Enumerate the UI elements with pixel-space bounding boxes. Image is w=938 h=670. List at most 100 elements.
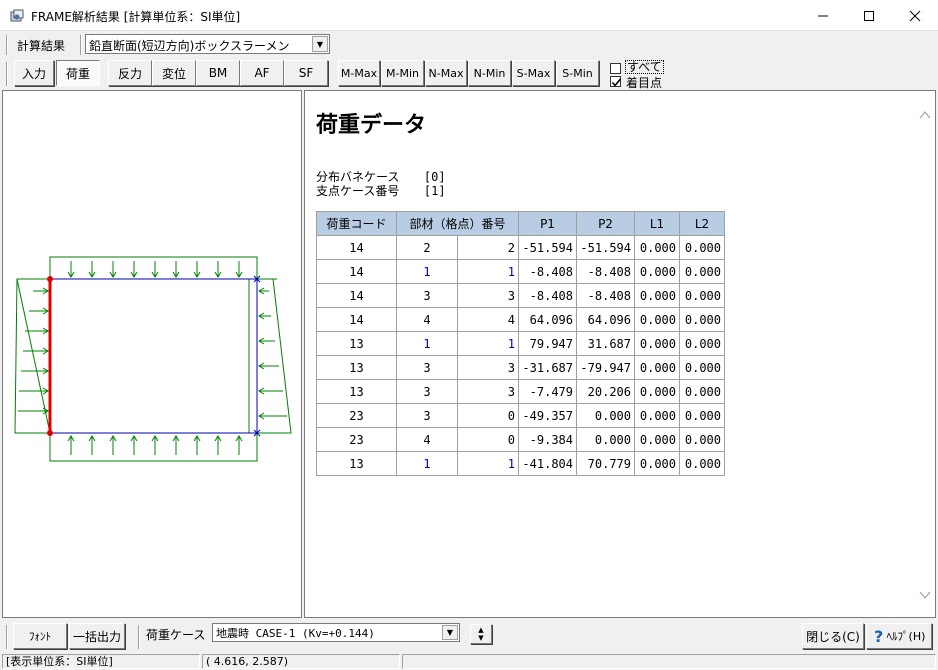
l1-cell: 0.000 [634,331,680,356]
load-code-cell: 23 [316,427,397,452]
node-cell: 1 [457,331,519,356]
node-cell: 0 [457,427,519,452]
status-empty [402,654,936,669]
table-row: 23 3 0 -49.357 0.000 0.000 0.000 [316,403,725,428]
view-displacement-button[interactable]: 変位 [152,60,196,86]
view-s-max-button[interactable]: S-Max [512,60,555,86]
l2-cell: 0.000 [679,283,725,308]
section-select[interactable]: 鉛直断面(短辺方向)ボックスラーメン ▼ [85,34,330,54]
title-bar: FRAME解析結果 [計算単位系：SI単位] [0,0,938,31]
l2-cell: 0.000 [679,451,725,476]
spin-up-icon[interactable]: ▲ [478,626,483,634]
load-case-label: 荷重ケース [146,628,206,642]
close-button[interactable]: 閉じる(C) [802,623,864,649]
view-load-button[interactable]: 荷重 [56,60,100,86]
focus-point-label[interactable]: 着目点 [626,74,662,91]
view-n-min-button[interactable]: N-Min [468,60,511,86]
view-reaction-button[interactable]: 反力 [108,60,152,86]
toolbar-grip[interactable] [6,62,8,86]
member-cell: 3 [396,403,458,428]
member-cell: 4 [396,427,458,452]
member-cell: 1 [396,259,458,284]
chevron-down-icon[interactable]: ▼ [312,36,328,52]
toolbar-grip[interactable] [6,625,8,649]
help-button[interactable]: ? ﾍﾙﾌﾟ(H) [866,623,932,649]
table-row: 14 2 2 -51.594 -51.594 0.000 0.000 [316,235,725,260]
table-row: 14 4 4 64.096 64.096 0.000 0.000 [316,307,725,332]
status-unit: [表示単位系：SI単位] [2,654,200,669]
l1-cell: 0.000 [634,451,680,476]
report-pane[interactable]: 荷重データ 分布バネケース [0] 支点ケース番号 [1] 荷重コード 部材（格… [304,90,936,618]
result-toolbar: 計算結果 鉛直断面(短辺方向)ボックスラーメン ▼ [0,31,938,57]
top-distributed-load [49,256,277,280]
l1-cell: 0.000 [634,427,680,452]
frame-diagram-pane[interactable] [2,90,302,618]
p2-cell: 0.000 [576,427,635,452]
focus-point-checkbox[interactable] [610,76,622,87]
col-load-code: 荷重コード [316,211,397,236]
load-case-spinner[interactable]: ▲ ▼ [470,624,492,644]
frame-diagram [14,256,292,462]
load-code-cell: 13 [316,379,397,404]
member-cell: 3 [396,355,458,380]
l1-cell: 0.000 [634,283,680,308]
load-code-cell: 14 [316,307,397,332]
l2-cell: 0.000 [679,307,725,332]
l1-cell: 0.000 [634,355,680,380]
view-bm-button[interactable]: BM [196,60,240,86]
right-wall-load [248,278,292,434]
view-af-button[interactable]: AF [240,60,284,86]
l1-cell: 0.000 [634,403,680,428]
scroll-down-icon[interactable] [919,589,931,601]
table-row: 23 4 0 -9.384 0.000 0.000 0.000 [316,427,725,452]
font-button[interactable]: ﾌｫﾝﾄ [13,623,67,649]
window-title: FRAME解析結果 [計算単位系：SI単位] [31,10,241,24]
load-code-cell: 13 [316,451,397,476]
col-l1: L1 [634,211,680,236]
maximize-button[interactable] [846,0,892,31]
l2-cell: 0.000 [679,403,725,428]
p2-cell: -79.947 [576,355,635,380]
scroll-up-icon[interactable] [919,109,931,121]
p2-cell: 64.096 [576,307,635,332]
calc-result-label: 計算結果 [17,39,66,53]
node-cell: 4 [457,307,519,332]
minimize-button[interactable] [800,0,846,31]
toolbar-grip[interactable] [6,35,8,55]
load-case-select[interactable]: 地震時 CASE-1 (Kv=+0.144) ▼ [212,623,460,642]
p2-cell: 20.206 [576,379,635,404]
member-cell: 3 [396,283,458,308]
l1-cell: 0.000 [634,307,680,332]
p1-cell: -49.357 [518,403,577,428]
view-m-max-button[interactable]: M-Max [338,60,380,86]
p1-cell: 79.947 [518,331,577,356]
view-m-min-button[interactable]: M-Min [381,60,424,86]
node-cell: 1 [457,259,519,284]
node-cell: 0 [457,403,519,428]
view-n-max-button[interactable]: N-Max [425,60,467,86]
report-title: 荷重データ [316,113,427,138]
maximize-icon [864,10,874,21]
support-case-value: [1] [423,184,446,198]
spin-down-icon[interactable]: ▼ [478,634,483,642]
chevron-down-icon[interactable]: ▼ [442,625,458,640]
help-button-label: ﾍﾙﾌﾟ(H) [886,630,926,643]
batch-export-button[interactable]: 一括出力 [69,623,125,649]
load-code-cell: 14 [316,259,397,284]
show-all-label[interactable]: すべて [625,60,664,74]
col-p1: P1 [518,211,577,236]
show-all-checkbox[interactable] [610,63,621,74]
view-input-button[interactable]: 入力 [14,60,54,86]
minimize-icon [818,15,828,16]
node-cell: 2 [457,235,519,260]
l2-cell: 0.000 [679,331,725,356]
table-row: 13 1 1 -41.804 70.779 0.000 0.000 [316,451,725,476]
view-sf-button[interactable]: SF [284,60,328,86]
load-case-value: 地震時 CASE-1 (Kv=+0.144) [216,627,375,640]
p2-cell: -51.594 [576,235,635,260]
table-row: 14 1 1 -8.408 -8.408 0.000 0.000 [316,259,725,284]
p2-cell: 70.779 [576,451,635,476]
p2-cell: -8.408 [576,283,635,308]
close-window-button[interactable] [892,0,938,31]
view-s-min-button[interactable]: S-Min [556,60,599,86]
